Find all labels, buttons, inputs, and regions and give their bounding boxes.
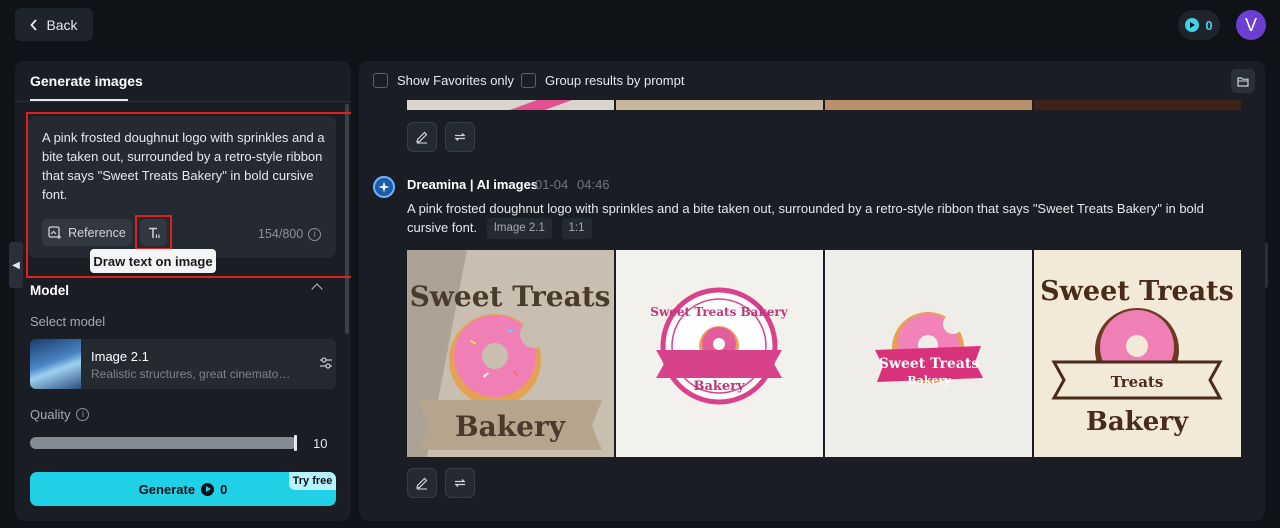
text-tool-icon [148, 227, 160, 238]
model-section-title: Model [30, 283, 69, 298]
select-model-label: Select model [30, 314, 106, 329]
image-4-title: Sweet Treats [1040, 276, 1234, 307]
result-image-4[interactable]: Sweet Treats Treats Bakery [1034, 250, 1241, 457]
tooltip: Draw text on image [90, 249, 216, 273]
image-1-title: Sweet Treats [410, 280, 611, 313]
chevron-left-icon [30, 18, 38, 31]
result-image-2[interactable]: Sweet Treats Bakery Bakery [616, 250, 823, 457]
prompt-input[interactable]: A pink frosted doughnut logo with sprink… [42, 128, 326, 204]
edit-prompt-button[interactable] [407, 468, 437, 498]
result-image-3-art: Sweet Treats Bakery [825, 250, 1032, 457]
image-4-subtitle: Bakery [1086, 407, 1189, 437]
info-icon[interactable]: i [308, 227, 322, 241]
result-image-4-art: Sweet Treats Treats Bakery [1034, 250, 1241, 457]
favorites-checkbox[interactable] [373, 73, 388, 88]
group-checkbox[interactable] [521, 73, 536, 88]
group-filter[interactable]: Group results by prompt [521, 73, 684, 88]
edit-pencil-icon [416, 477, 428, 490]
top-bar: Back 0 V [0, 0, 1280, 52]
reference-image-icon [48, 225, 62, 239]
favorites-filter[interactable]: Show Favorites only [373, 73, 514, 88]
settings-sliders-icon[interactable] [319, 356, 333, 370]
regenerate-icon [454, 133, 466, 141]
generate-label: Generate [138, 481, 196, 497]
ratio-tag: 1:1 [561, 218, 592, 239]
model-name: Image 2.1 [91, 349, 149, 364]
edit-pencil-icon [416, 131, 428, 144]
generation-prompt: A pink frosted doughnut logo with sprink… [407, 199, 1247, 239]
regenerate-button[interactable] [445, 468, 475, 498]
arrow-left-icon: ◀ [12, 259, 20, 271]
previous-image-3[interactable] [825, 100, 1032, 110]
credits-count: 0 [1205, 17, 1213, 33]
reference-button[interactable]: Reference [42, 219, 132, 246]
generation-author: Dreamina | AI images [407, 177, 539, 192]
image-2-subtitle: Bakery [693, 379, 745, 394]
results-panel: Show Favorites only Group results by pro… [359, 61, 1265, 521]
reference-label: Reference [68, 225, 126, 240]
divider [15, 101, 351, 102]
generate-cost: 0 [220, 481, 228, 497]
chevron-up-icon[interactable] [311, 283, 323, 295]
panel-scrollbar[interactable] [345, 104, 349, 334]
info-icon[interactable]: i [76, 408, 90, 421]
back-label: Back [46, 16, 78, 33]
prompt-box[interactable]: A pink frosted doughnut logo with sprink… [28, 116, 336, 258]
quality-value: 10 [313, 436, 328, 451]
result-image-3[interactable]: Sweet Treats Bakery [825, 250, 1032, 457]
previous-image-2[interactable] [616, 100, 823, 110]
model-tag: Image 2.1 [486, 218, 552, 239]
avatar[interactable]: V [1236, 10, 1266, 40]
dreamina-logo-icon [373, 176, 395, 198]
quality-label: Quality i [30, 407, 90, 422]
result-image-1[interactable]: Sweet Treats Bakery [407, 250, 614, 457]
result-image-1-art: Sweet Treats Bakery [407, 250, 614, 457]
folder-button[interactable] [1231, 69, 1255, 93]
generation-time: 04:46 [577, 177, 610, 192]
image-4-ribbon: Treats [1111, 373, 1164, 391]
favorites-label: Show Favorites only [397, 73, 515, 88]
image-3-subtitle: Bakery [907, 374, 951, 387]
quality-slider[interactable] [30, 437, 297, 449]
model-thumbnail [30, 339, 81, 389]
image-1-subtitle: Bakery [455, 410, 566, 443]
model-description: Realistic structures, great cinematograp… [91, 367, 291, 381]
draw-text-button[interactable] [140, 219, 167, 246]
regenerate-button[interactable] [445, 122, 475, 152]
image-2-title: Sweet Treats Bakery [650, 305, 788, 319]
result-image-2-art: Sweet Treats Bakery Bakery [616, 250, 823, 457]
group-label: Group results by prompt [545, 73, 685, 88]
generation-date: 01-04 [535, 177, 569, 192]
folder-icon [1237, 76, 1249, 87]
char-counter: 154/800 i [258, 227, 322, 241]
image-3-title: Sweet Treats [879, 356, 980, 372]
tab-generate-images[interactable]: Generate images [30, 73, 143, 89]
credit-coin-icon [201, 482, 215, 496]
quality-slider-handle[interactable] [294, 435, 297, 451]
model-selector[interactable]: Image 2.1 Realistic structures, great ci… [30, 339, 336, 389]
credits-badge[interactable]: 0 [1178, 10, 1220, 40]
quality-text: Quality [30, 407, 71, 422]
back-button[interactable]: Back [15, 8, 93, 41]
regenerate-icon [454, 479, 466, 487]
credit-coin-icon [1185, 18, 1200, 32]
generate-panel: Generate images A pink frosted doughnut … [15, 61, 351, 521]
previous-image-4[interactable] [1034, 100, 1241, 110]
try-free-badge: Try free [289, 472, 336, 490]
previous-image-1[interactable] [407, 100, 614, 110]
char-count: 154/800 [258, 227, 304, 241]
collapse-left-button[interactable]: ◀ [9, 242, 23, 288]
edit-prompt-button[interactable] [407, 122, 437, 152]
